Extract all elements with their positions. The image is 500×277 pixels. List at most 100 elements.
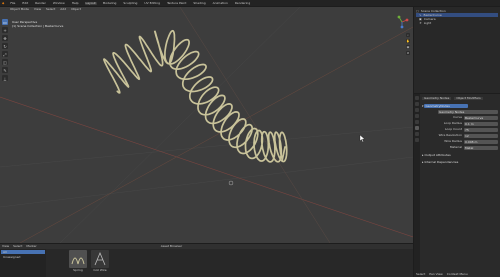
internal-dependencies-section[interactable]: ▸ Internal Dependencies: [422, 159, 498, 164]
data-tab-icon[interactable]: [415, 132, 419, 136]
move-icon[interactable]: ✥: [2, 35, 8, 41]
properties-panel: Geometry Nodes Object Modifiers ▾ Geomet…: [414, 94, 500, 277]
grid-axis-y: [19, 26, 413, 243]
menu-help[interactable]: Help: [71, 1, 80, 5]
blender-logo-icon[interactable]: ◆: [2, 1, 4, 5]
outliner-row[interactable]: ☀ Light: [416, 21, 498, 25]
modifier-name-field[interactable]: GeometryNodes: [424, 103, 469, 108]
workspace-tab-modeling[interactable]: Modeling: [102, 1, 118, 5]
menu-add[interactable]: Add: [60, 8, 66, 11]
menu-edit[interactable]: Edit: [21, 1, 29, 5]
navigation-gizmo[interactable]: [395, 15, 409, 29]
viewport-nav-buttons: ⌕ ✋ ▣ #: [406, 33, 410, 55]
catalog-item[interactable]: All: [1, 250, 45, 254]
menu-select[interactable]: Select: [13, 245, 22, 248]
input-value[interactable]: Metal: [464, 145, 498, 150]
pan-hand-icon[interactable]: ✋: [406, 39, 410, 43]
workspace-tab-uv-editing[interactable]: UV Editing: [143, 1, 161, 5]
status-item: Pan View: [429, 271, 443, 276]
grid-floor: [0, 7, 413, 243]
input-value[interactable]: 0.1 m: [464, 121, 498, 126]
input-label: Curve: [453, 115, 462, 119]
input-row: Material Metal: [422, 145, 498, 150]
outliner-panel: ▢ Scene Collection ∿ BezierCurve ▣ Camer…: [414, 7, 500, 93]
catalog-item-label: All: [3, 249, 7, 254]
input-row: Loop Count 75: [422, 127, 498, 132]
input-value[interactable]: BezierCurve: [464, 115, 498, 120]
node-group-field[interactable]: Geometry Nodes: [438, 109, 498, 114]
menu-render[interactable]: Render: [34, 1, 47, 5]
output-tab-icon[interactable]: [415, 108, 419, 112]
viewport-scene: [0, 7, 413, 243]
workspace-tab-texture-paint[interactable]: Texture Paint: [166, 1, 187, 5]
mode-select[interactable]: Object Mode: [10, 8, 29, 11]
scene-tab-icon[interactable]: [415, 114, 419, 118]
menu-view[interactable]: View: [34, 8, 41, 11]
input-label: Wire Resolution: [438, 133, 462, 137]
asset-browser-header: View Select Marker Asset Browser: [0, 244, 413, 249]
select-box-icon[interactable]: ▭: [2, 19, 8, 25]
object-tab-icon[interactable]: [415, 120, 419, 124]
menu-view[interactable]: View: [2, 245, 9, 248]
3d-viewport[interactable]: Object Mode View Select Add Object User …: [0, 7, 413, 243]
menu-marker[interactable]: Marker: [26, 245, 36, 248]
workspace-tab-layout[interactable]: Layout: [84, 1, 97, 5]
input-label: Loop Count: [444, 127, 462, 131]
properties-tabs: [414, 94, 420, 277]
editor-title: Asset Browser: [160, 244, 183, 248]
input-label: Loop Radius: [443, 121, 462, 125]
input-value[interactable]: 12: [464, 133, 498, 138]
asset-catalog-list: All Unassigned: [0, 249, 46, 277]
viewport-header: Object Mode View Select Add Object: [0, 7, 413, 12]
rotate-icon[interactable]: ↻: [2, 43, 8, 49]
tool-tab-icon[interactable]: [415, 96, 419, 100]
spring-curve: [103, 29, 288, 163]
asset-thumbnail[interactable]: [91, 250, 109, 268]
output-attributes-section[interactable]: ▸ Output Attributes: [422, 152, 498, 157]
asset-label: Coil Wire: [93, 268, 107, 272]
camera-icon[interactable]: ▣: [406, 45, 410, 49]
workspace-tab-sculpting[interactable]: Sculpting: [122, 1, 138, 5]
modifier-header[interactable]: ▾ GeometryNodes: [422, 103, 498, 108]
catalog-item-label: Unassigned: [3, 254, 21, 259]
workspace-tab-animation[interactable]: Animation: [212, 1, 229, 5]
status-item: Select: [416, 271, 426, 276]
input-value[interactable]: 0.008 m: [464, 139, 498, 144]
status-bar: Select Pan View Context Menu: [414, 271, 500, 277]
input-row: Curve BezierCurve: [422, 115, 498, 120]
section-label: Output Attributes: [424, 152, 451, 157]
scene-object-info: (1) Scene Collection | BezierCurve: [12, 24, 64, 28]
asset-thumbnail[interactable]: [69, 250, 87, 268]
input-value[interactable]: 75: [464, 127, 498, 132]
render-tab-icon[interactable]: [415, 102, 419, 106]
light-icon: ☀: [419, 20, 422, 25]
cursor-icon[interactable]: +: [2, 27, 8, 33]
scale-icon[interactable]: ⤢: [2, 51, 8, 57]
menu-select[interactable]: Select: [46, 8, 55, 11]
workspace-tab-rendering[interactable]: Rendering: [234, 1, 251, 5]
zoom-icon[interactable]: ⌕: [406, 33, 410, 37]
input-label: Wire Radius: [444, 139, 462, 143]
menu-window[interactable]: Window: [52, 1, 66, 5]
tool-shelf: ▭ + ✥ ↻ ⤢ ◫ ✎ ⟂: [2, 19, 8, 81]
add-modifier-button[interactable]: Object Modifiers: [454, 97, 483, 100]
menu-file[interactable]: File: [9, 1, 16, 5]
measure-icon[interactable]: ⟂: [2, 75, 8, 81]
mouse-cursor-icon: [359, 134, 365, 143]
asset-browser-area: View Select Marker Asset Browser All Una…: [0, 244, 413, 277]
catalog-item[interactable]: Unassigned: [1, 255, 45, 259]
grid-icon[interactable]: #: [406, 51, 410, 55]
modifier-wrench-icon[interactable]: [415, 126, 419, 130]
asset-label: Spring: [73, 268, 83, 272]
workspace-tab-shading[interactable]: Shading: [192, 1, 206, 5]
material-tab-icon[interactable]: [415, 138, 419, 142]
viewport-info-overlay: User Perspective (1) Scene Collection | …: [12, 20, 63, 28]
grid-axis-diagonal: [179, 7, 331, 243]
input-row: Wire Resolution 12: [422, 133, 498, 138]
node-group-row: Geometry Nodes: [422, 109, 498, 114]
menu-object[interactable]: Object: [71, 8, 81, 11]
transform-icon[interactable]: ◫: [2, 59, 8, 65]
input-label: Material: [449, 145, 462, 149]
annotate-icon[interactable]: ✎: [2, 67, 8, 73]
geometry-nodes-button[interactable]: Geometry Nodes: [422, 97, 452, 100]
